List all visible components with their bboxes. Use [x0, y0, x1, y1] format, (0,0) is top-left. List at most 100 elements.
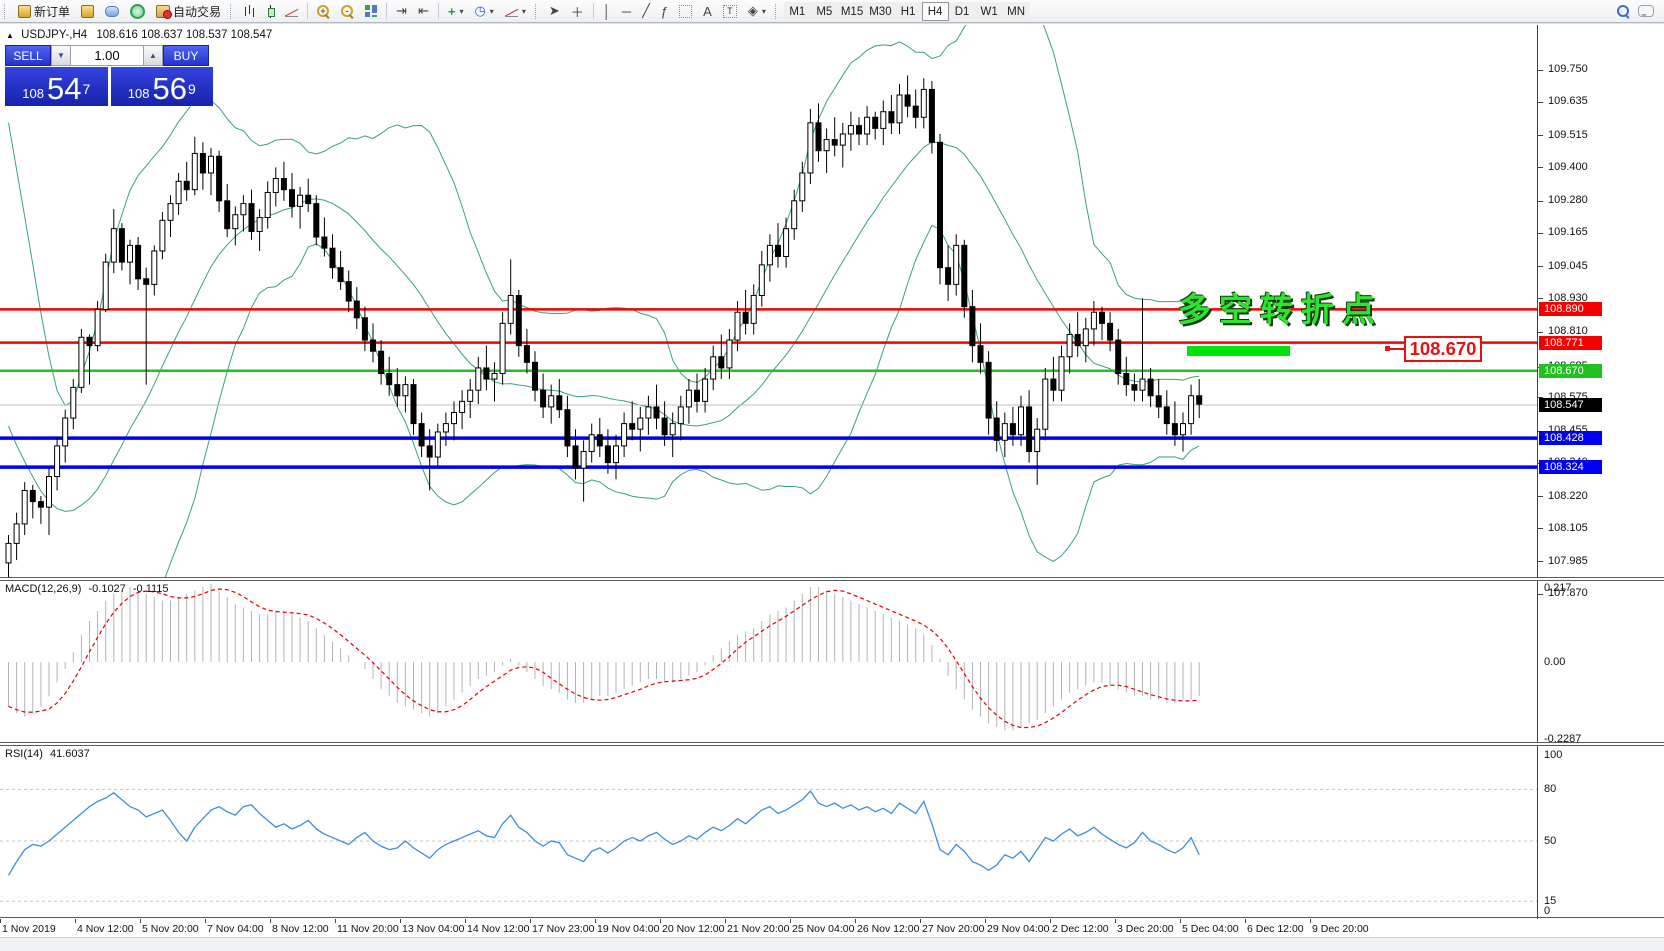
line-chart-mode-button[interactable]: [280, 1, 303, 21]
timeframe-m30[interactable]: M30: [866, 2, 894, 21]
timeframe-m15[interactable]: M15: [838, 2, 866, 21]
pane-separator: [0, 917, 1664, 918]
time-tick: [725, 919, 726, 923]
separator: [438, 3, 439, 19]
timeframe-w1[interactable]: W1: [976, 2, 1003, 21]
chart-annotation-text[interactable]: 多空转折点: [1178, 283, 1383, 331]
time-tick: [75, 919, 76, 923]
charts-profile-button[interactable]: [76, 1, 99, 21]
rsi-pane[interactable]: [0, 745, 1537, 917]
collapse-arrow-icon[interactable]: ▲: [6, 31, 14, 40]
chart-shift-button[interactable]: ⇤: [413, 1, 434, 21]
time-label: 2 Dec 12:00: [1052, 923, 1109, 935]
symbol-period-label: USDJPY-,H4: [21, 29, 87, 41]
price-tick: [1538, 70, 1543, 71]
time-tick: [920, 919, 921, 923]
buy-button[interactable]: BUY: [163, 45, 209, 66]
buy-price-display[interactable]: 108569: [111, 67, 214, 106]
price-tick: [1538, 332, 1543, 333]
timeframe-m5[interactable]: M5: [811, 2, 838, 21]
time-label: 7 Nov 04:00: [207, 923, 264, 935]
price-level-badge: 108.324: [1539, 460, 1602, 474]
auto-scroll-icon: ⇥: [396, 3, 407, 19]
price-tick: [1538, 167, 1543, 168]
price-label-box[interactable]: 108.670: [1404, 336, 1482, 362]
buy-price-big: 56: [152, 73, 186, 104]
grid-button[interactable]: [674, 1, 697, 21]
macd-pane[interactable]: [0, 580, 1537, 742]
clock-icon: ◷: [474, 3, 485, 19]
trendline-icon: ╱: [642, 3, 650, 19]
time-label: 1 Nov 2019: [2, 923, 56, 935]
arrows-button[interactable]: ◈▾: [743, 1, 771, 21]
volume-increase-button[interactable]: ▲: [143, 45, 163, 66]
time-tick: [335, 919, 336, 923]
volume-input[interactable]: [71, 45, 143, 66]
zoom-out-icon: -: [341, 5, 354, 18]
time-tick: [985, 919, 986, 923]
auto-scroll-button[interactable]: ⇥: [391, 1, 412, 21]
periods-button[interactable]: ◷▾: [469, 1, 498, 21]
text-icon: A: [703, 4, 712, 19]
sell-price-display[interactable]: 108547: [5, 67, 108, 106]
fibonacci-button[interactable]: ƒ: [656, 1, 673, 21]
indicators-button[interactable]: +▾: [443, 1, 469, 21]
candlestick-mode-button[interactable]: [262, 1, 279, 21]
trendline-button[interactable]: ╱: [637, 1, 655, 21]
timeframe-m1[interactable]: M1: [784, 2, 811, 21]
indicator-axis-label: 0.00: [1544, 656, 1565, 668]
trend-segment[interactable]: [1187, 346, 1290, 356]
vertical-line-button[interactable]: │: [598, 1, 616, 21]
price-tick-label: 108.220: [1548, 490, 1588, 502]
timeframe-d1[interactable]: D1: [949, 2, 976, 21]
indicator-axis-label: 100: [1544, 749, 1562, 761]
time-label: 26 Nov 12:00: [857, 923, 919, 935]
chart-shift-icon: ⇤: [418, 3, 429, 19]
price-axis[interactable]: 109.750109.635109.515109.400109.280109.1…: [1538, 25, 1664, 937]
time-tick: [660, 919, 661, 923]
text-button[interactable]: A: [698, 1, 717, 21]
auto-trading-button[interactable]: 自动交易: [151, 1, 226, 21]
sell-price-pip: 7: [82, 74, 90, 104]
time-label: 14 Nov 12:00: [467, 923, 529, 935]
signals-button[interactable]: [125, 1, 150, 21]
cursor-button[interactable]: ➤: [544, 1, 565, 21]
sell-price-big: 54: [47, 73, 81, 104]
toolbar-drag-handle: [4, 4, 9, 19]
sell-button[interactable]: SELL: [5, 45, 51, 66]
pane-separator[interactable]: [0, 577, 1664, 581]
search-icon[interactable]: [1617, 5, 1630, 18]
sell-price-prefix: 108: [22, 84, 44, 104]
market-watch-button[interactable]: [100, 1, 124, 21]
zoom-in-button[interactable]: +: [312, 1, 335, 21]
timeframe-mn[interactable]: MN: [1003, 2, 1030, 21]
bar-chart-mode-button[interactable]: [239, 1, 261, 21]
indicator-axis-label: 50: [1544, 835, 1556, 847]
ohlc-quotes-label: 108.616 108.637 108.537 108.547: [96, 29, 272, 41]
buy-price-pip: 9: [188, 74, 196, 104]
price-tick: [1538, 298, 1543, 299]
text-label-button[interactable]: T: [718, 1, 742, 21]
group-separator: [230, 4, 235, 19]
dropdown-arrow-icon: ▾: [459, 7, 463, 16]
time-axis[interactable]: 1 Nov 20194 Nov 12:005 Nov 20:007 Nov 04…: [0, 919, 1664, 937]
crosshair-button[interactable]: ＋: [566, 1, 589, 21]
horizontal-line-button[interactable]: ─: [617, 1, 636, 21]
new-order-button[interactable]: 新订单: [13, 1, 75, 21]
dropdown-arrow-icon: ▾: [490, 7, 494, 16]
add-indicator-icon: +: [448, 4, 456, 19]
price-tick: [1538, 135, 1543, 136]
price-tick-label: 109.045: [1548, 260, 1588, 272]
timeframe-h4[interactable]: H4: [922, 2, 949, 21]
timeframe-h1[interactable]: H1: [895, 2, 922, 21]
volume-decrease-button[interactable]: ▼: [51, 45, 71, 66]
tile-windows-button[interactable]: [360, 1, 382, 21]
chat-icon[interactable]: [1638, 5, 1654, 17]
templates-button[interactable]: ▾: [500, 1, 531, 21]
time-tick: [790, 919, 791, 923]
price-tick: [1538, 266, 1543, 267]
zoom-out-button[interactable]: -: [336, 1, 359, 21]
price-tick: [1538, 561, 1543, 562]
price-tick-label: 108.105: [1548, 522, 1588, 534]
pane-separator[interactable]: [0, 742, 1664, 746]
